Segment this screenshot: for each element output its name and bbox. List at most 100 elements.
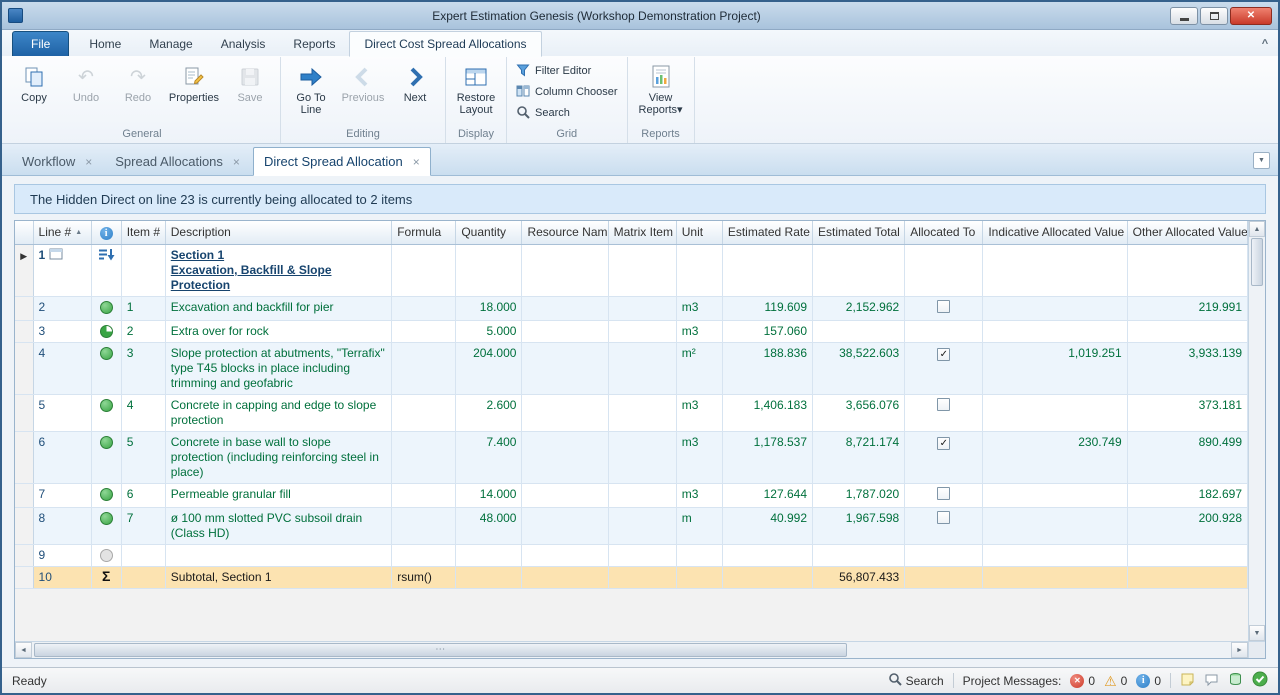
cell-matrix[interactable] — [608, 507, 676, 544]
cell-quantity[interactable]: 204.000 — [456, 342, 522, 394]
cell-other[interactable] — [1127, 566, 1247, 588]
cell-other[interactable] — [1127, 544, 1247, 566]
cell-unit[interactable] — [676, 244, 722, 296]
col-header-item[interactable]: Item # — [121, 221, 165, 244]
cell-rate[interactable]: 157.060 — [722, 320, 812, 342]
cell-rate[interactable]: 40.992 — [722, 507, 812, 544]
cell-alloc[interactable] — [905, 320, 983, 342]
cell-item[interactable]: 1 — [121, 296, 165, 320]
cell-resource[interactable] — [522, 507, 608, 544]
close-tab-icon[interactable]: × — [85, 156, 92, 168]
cell-resource[interactable] — [522, 342, 608, 394]
allocated-to-checkbox[interactable] — [937, 398, 950, 411]
cell-alloc[interactable] — [905, 544, 983, 566]
col-header-unit[interactable]: Unit — [676, 221, 722, 244]
column-chooser-button[interactable]: Column Chooser — [516, 84, 618, 101]
doc-tab-direct-spread-allocation[interactable]: Direct Spread Allocation × — [253, 147, 431, 176]
cell-item[interactable]: 7 — [121, 507, 165, 544]
cell-indicative[interactable] — [983, 394, 1127, 431]
cell-line[interactable]: 8 — [33, 507, 91, 544]
tab-file[interactable]: File — [12, 31, 69, 56]
allocated-to-checkbox[interactable]: ✓ — [937, 437, 950, 450]
cell-alloc[interactable] — [905, 483, 983, 507]
allocated-to-checkbox[interactable] — [937, 487, 950, 500]
cell-unit[interactable] — [676, 566, 722, 588]
statusbar-search-button[interactable]: Search — [888, 672, 944, 689]
cell-quantity[interactable]: 2.600 — [456, 394, 522, 431]
cell-info[interactable] — [91, 296, 121, 320]
comments-icon[interactable] — [1204, 672, 1219, 690]
cell-matrix[interactable] — [608, 342, 676, 394]
cell-info[interactable] — [91, 507, 121, 544]
tab-direct-cost-spread-allocations[interactable]: Direct Cost Spread Allocations — [349, 31, 541, 57]
cell-item[interactable]: 4 — [121, 394, 165, 431]
cell-alloc[interactable] — [905, 507, 983, 544]
cell-resource[interactable] — [522, 544, 608, 566]
cell-alloc[interactable] — [905, 566, 983, 588]
col-header-resource[interactable]: Resource Name — [522, 221, 608, 244]
redo-button[interactable]: ↷ Redo — [112, 59, 164, 127]
cell-matrix[interactable] — [608, 431, 676, 483]
cell-quantity[interactable]: 18.000 — [456, 296, 522, 320]
notes-icon[interactable] — [1180, 672, 1195, 690]
row-indicator-cell[interactable] — [15, 566, 33, 588]
cell-line[interactable]: 9 — [33, 544, 91, 566]
row-indicator-cell[interactable] — [15, 431, 33, 483]
row-indicator-cell[interactable]: ▶ — [15, 244, 33, 296]
cell-alloc[interactable] — [905, 394, 983, 431]
cell-formula[interactable] — [392, 431, 456, 483]
allocated-to-checkbox[interactable] — [937, 511, 950, 524]
grid-search-button[interactable]: Search — [516, 105, 618, 122]
cell-other[interactable]: 200.928 — [1127, 507, 1247, 544]
scroll-up-button[interactable]: ▲ — [1249, 221, 1265, 237]
cell-matrix[interactable] — [608, 566, 676, 588]
row-indicator-cell[interactable] — [15, 342, 33, 394]
cell-line[interactable]: 7 — [33, 483, 91, 507]
cell-other[interactable] — [1127, 244, 1247, 296]
cell-line[interactable]: 5 — [33, 394, 91, 431]
cell-alloc[interactable] — [905, 244, 983, 296]
cell-info[interactable]: Σ — [91, 566, 121, 588]
doc-tab-workflow[interactable]: Workflow × — [12, 148, 102, 175]
cell-resource[interactable] — [522, 320, 608, 342]
scroll-down-button[interactable]: ▼ — [1249, 625, 1265, 641]
restore-layout-button[interactable]: Restore Layout — [450, 59, 502, 127]
cell-unit[interactable]: m3 — [676, 431, 722, 483]
cell-matrix[interactable] — [608, 244, 676, 296]
cell-formula[interactable] — [392, 296, 456, 320]
cell-matrix[interactable] — [608, 544, 676, 566]
col-header-info[interactable]: i — [91, 221, 121, 244]
tab-analysis[interactable]: Analysis — [207, 32, 280, 56]
cell-info[interactable] — [91, 394, 121, 431]
vertical-scroll-thumb[interactable] — [1251, 238, 1263, 286]
cell-formula[interactable]: rsum() — [392, 566, 456, 588]
allocated-to-checkbox[interactable] — [937, 300, 950, 313]
cell-rate[interactable]: 188.836 — [722, 342, 812, 394]
cell-quantity[interactable] — [456, 544, 522, 566]
cell-quantity[interactable] — [456, 244, 522, 296]
cell-rate[interactable]: 1,406.183 — [722, 394, 812, 431]
cell-item[interactable]: 5 — [121, 431, 165, 483]
cell-other[interactable]: 3,933.139 — [1127, 342, 1247, 394]
cell-total[interactable]: 3,656.076 — [813, 394, 905, 431]
copy-button[interactable]: Copy — [8, 59, 60, 127]
cell-line[interactable]: 1 — [33, 244, 91, 296]
col-header-indicative[interactable]: Indicative Allocated Value — [983, 221, 1127, 244]
cell-unit[interactable]: m² — [676, 342, 722, 394]
warning-messages-badge[interactable]: ⚠ 0 — [1104, 674, 1127, 688]
cell-rate[interactable]: 119.609 — [722, 296, 812, 320]
cell-unit[interactable]: m3 — [676, 483, 722, 507]
cell-formula[interactable] — [392, 394, 456, 431]
cell-matrix[interactable] — [608, 296, 676, 320]
cell-total[interactable]: 1,967.598 — [813, 507, 905, 544]
col-header-alloc[interactable]: Allocated To — [905, 221, 983, 244]
tab-manage[interactable]: Manage — [135, 32, 206, 56]
cell-info[interactable] — [91, 544, 121, 566]
cell-unit[interactable]: m3 — [676, 296, 722, 320]
cell-total[interactable]: 56,807.433 — [813, 566, 905, 588]
next-button[interactable]: Next — [389, 59, 441, 127]
tab-list-dropdown[interactable]: ▼ — [1253, 152, 1270, 169]
cell-line[interactable]: 4 — [33, 342, 91, 394]
cell-info[interactable] — [91, 320, 121, 342]
cell-desc[interactable] — [165, 544, 391, 566]
